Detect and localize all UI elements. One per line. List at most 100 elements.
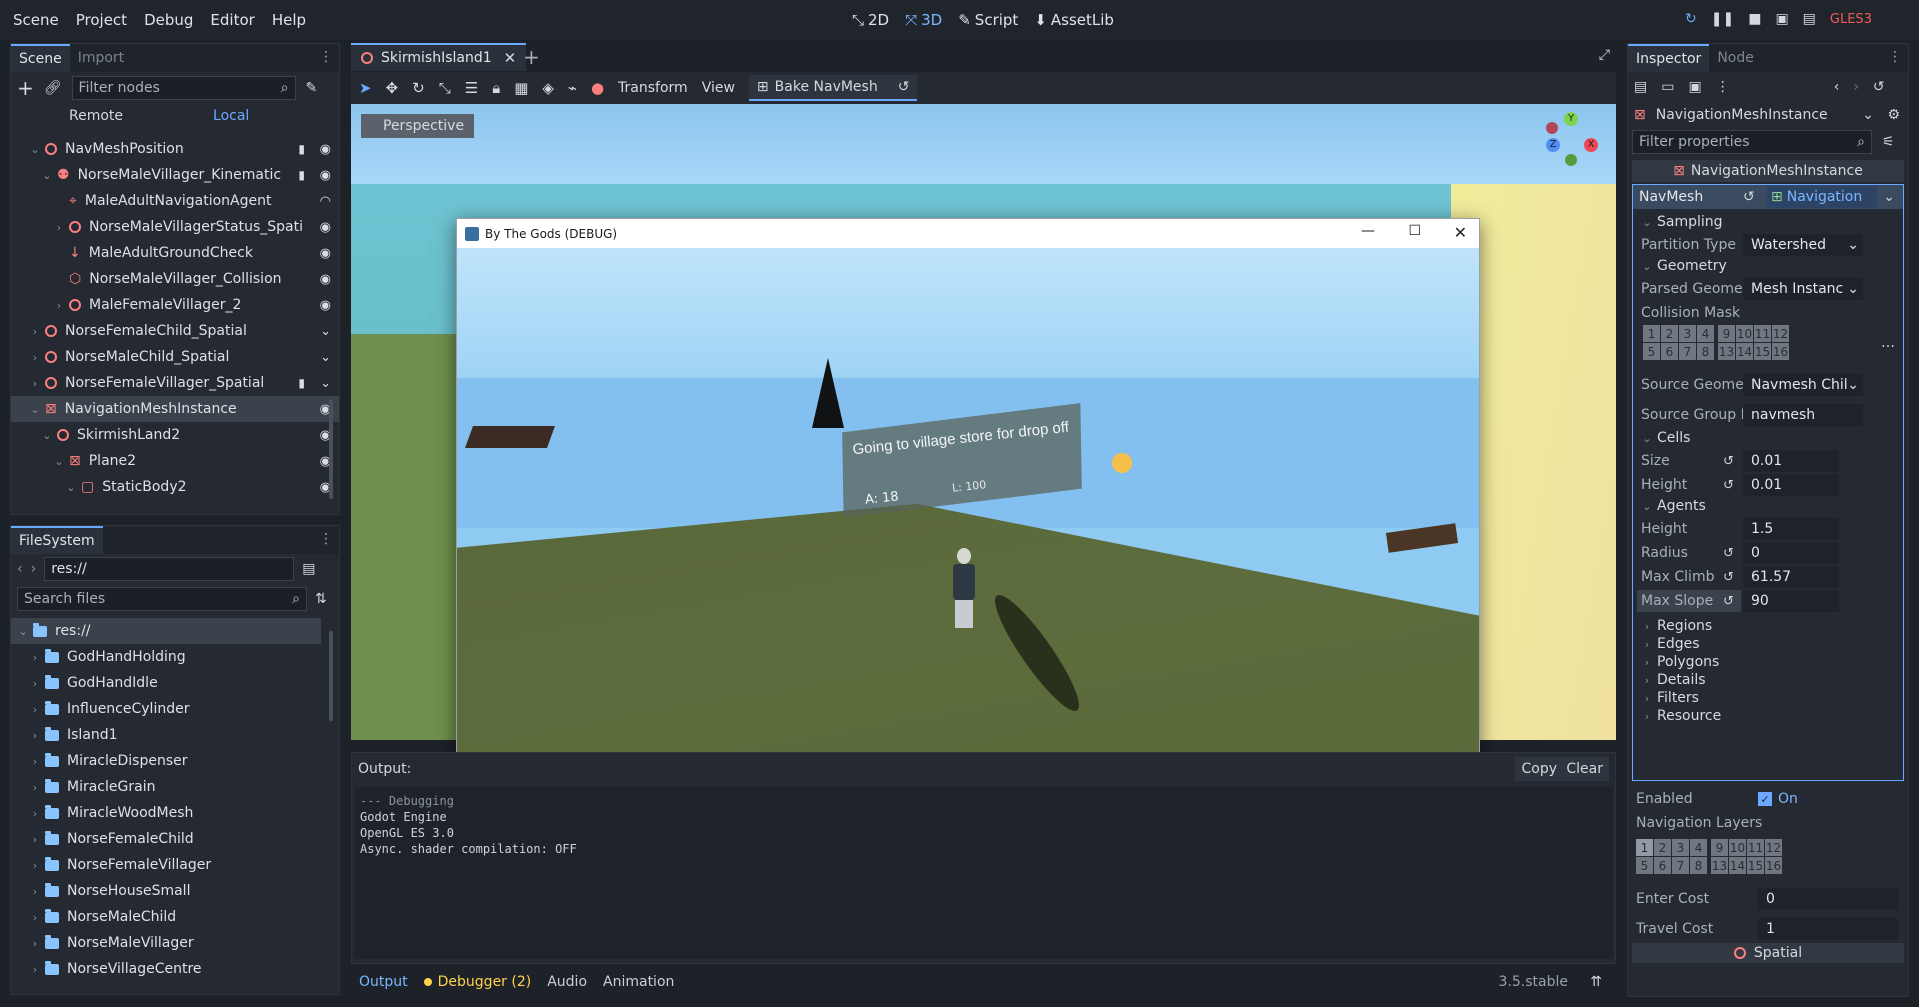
navigation-layers-grid[interactable]: 1 2 3 4 9 10 11 12 5 6 7 8 13 14 15 16 <box>1636 839 1826 875</box>
section-filters[interactable]: › Filters <box>1633 689 1903 707</box>
back-icon[interactable]: ‹ <box>17 561 23 577</box>
tab-inspector[interactable]: Inspector <box>1628 44 1710 72</box>
play-custom-icon[interactable]: ▤ <box>1803 11 1816 27</box>
maximize-icon[interactable]: ☐ <box>1408 223 1421 239</box>
property-options-icon[interactable]: ⚟ <box>1882 134 1895 150</box>
history-back-icon[interactable]: ‹ <box>1834 79 1840 95</box>
add-tab-icon[interactable]: + <box>523 45 540 69</box>
layer-bit[interactable]: 3 <box>1672 839 1689 856</box>
revert-icon[interactable]: ↺ <box>1723 594 1734 609</box>
tree-node-selected[interactable]: ⌄ ⊠ NavigationMeshInstance ◉ <box>11 396 339 422</box>
layer-bit[interactable]: 4 <box>1690 839 1707 856</box>
path-input[interactable]: res:// <box>44 557 295 581</box>
mask-bit[interactable]: 16 <box>1772 343 1789 360</box>
tab-animation[interactable]: Animation <box>603 974 674 990</box>
visibility-eye-icon[interactable]: ◉ <box>320 246 331 261</box>
mode-3d-button[interactable]: ⤧ 3D <box>905 11 942 29</box>
mask-bit[interactable]: 3 <box>1679 325 1696 342</box>
parsed-geometry-dropdown[interactable]: Mesh Instanc ⌄ <box>1743 278 1863 300</box>
partition-type-dropdown[interactable]: Watershed ⌄ <box>1743 234 1863 256</box>
layer-bit[interactable]: 8 <box>1690 857 1707 874</box>
folder-row[interactable]: › NorseHouseSmall <box>11 878 339 904</box>
minimize-icon[interactable]: — <box>1361 223 1375 239</box>
history-icon[interactable]: ↺ <box>1873 79 1885 95</box>
layer-bit[interactable]: 13 <box>1711 857 1728 874</box>
stop-icon[interactable]: ■ <box>1748 11 1761 27</box>
menu-scene[interactable]: Scene <box>13 11 59 29</box>
revert-icon[interactable]: ↺ <box>1743 189 1755 205</box>
tree-node[interactable]: › MaleFemaleVillager_2 ◉ <box>11 292 339 318</box>
clear-bake-icon[interactable]: ↺ <box>898 79 910 95</box>
filter-nodes-input[interactable]: Filter nodes ⌕ <box>71 76 296 100</box>
section-sampling[interactable]: ⌄ Sampling <box>1633 213 1903 231</box>
sort-icon[interactable]: ⇅ <box>315 591 327 607</box>
revert-icon[interactable]: ↺ <box>1723 570 1734 585</box>
script-icon[interactable]: ▮ <box>298 168 305 182</box>
section-details[interactable]: › Details <box>1633 671 1903 689</box>
layer-bit[interactable]: 1 <box>1636 839 1653 856</box>
tree-node[interactable]: › NorseMaleVillagerStatus_Spati ◉ <box>11 214 339 240</box>
mask-bit[interactable]: 1 <box>1643 325 1660 342</box>
layer-bit[interactable]: 12 <box>1765 839 1782 856</box>
folder-row[interactable]: › MiracleGrain <box>11 774 339 800</box>
perspective-button[interactable]: Perspective <box>361 114 475 138</box>
snap-icon[interactable]: ⌁ <box>568 79 577 97</box>
forward-icon[interactable]: › <box>31 561 37 577</box>
mask-bit[interactable]: 6 <box>1661 343 1678 360</box>
mask-bit[interactable]: 9 <box>1718 325 1735 342</box>
chevron-down-icon[interactable]: ⌄ <box>1862 107 1874 123</box>
menu-help[interactable]: Help <box>272 11 306 29</box>
layer-bit[interactable]: 2 <box>1654 839 1671 856</box>
revert-icon[interactable]: ↺ <box>1723 546 1734 561</box>
folder-row[interactable]: › MiracleWoodMesh <box>11 800 339 826</box>
folder-row[interactable]: › NorseFemaleChild <box>11 826 339 852</box>
tree-node[interactable]: › NorseFemaleChild_Spatial ⌄ <box>11 318 339 344</box>
save-icon[interactable]: ▣ <box>1688 79 1701 95</box>
view-menu[interactable]: View <box>702 80 735 96</box>
tab-filesystem[interactable]: FileSystem <box>11 526 103 554</box>
tab-scene[interactable]: Scene <box>11 44 70 72</box>
layer-bit[interactable]: 6 <box>1654 857 1671 874</box>
folder-row[interactable]: › MiracleDispenser <box>11 748 339 774</box>
visibility-eye-icon[interactable]: ◉ <box>320 168 331 183</box>
link-icon[interactable]: 🔗︎ <box>44 80 62 96</box>
more-icon[interactable]: ⋮ <box>1716 79 1730 95</box>
tree-node[interactable]: › NorseFemaleVillager_Spatial ▮ ⌄ <box>11 370 339 396</box>
scene-tree-scrollbar[interactable] <box>329 399 333 499</box>
cell-height-input[interactable]: 0.01 <box>1743 474 1839 496</box>
folder-row[interactable]: › NorseFemaleVillager <box>11 852 339 878</box>
navmesh-resource-picker[interactable]: ⊞ Navigation <box>1767 186 1877 208</box>
layer-bit[interactable]: 11 <box>1747 839 1764 856</box>
max-climb-input[interactable]: 61.57 <box>1743 566 1839 588</box>
mask-bit[interactable]: 14 <box>1736 343 1753 360</box>
cell-size-input[interactable]: 0.01 <box>1743 450 1839 472</box>
transform-menu[interactable]: Transform <box>618 80 688 96</box>
renderer-label[interactable]: GLES3 <box>1830 12 1872 27</box>
agent-height-input[interactable]: 1.5 <box>1743 518 1839 540</box>
collapse-icon[interactable]: ⌄ <box>320 376 331 391</box>
section-regions[interactable]: › Regions <box>1633 617 1903 635</box>
tab-import[interactable]: Import <box>70 44 132 72</box>
layer-bit[interactable]: 16 <box>1765 857 1782 874</box>
move-tool-icon[interactable]: ✥ <box>386 79 399 97</box>
gizmo-x[interactable]: X <box>1584 138 1598 152</box>
section-cells[interactable]: ⌄ Cells <box>1633 429 1903 447</box>
menu-editor[interactable]: Editor <box>210 11 254 29</box>
game-window-titlebar[interactable]: By The Gods (DEBUG) — ☐ ✕ <box>457 219 1479 248</box>
list-view-icon[interactable]: ▤ <box>302 561 315 577</box>
section-resource[interactable]: › Resource <box>1633 707 1903 725</box>
search-files-input[interactable]: Search files ⌕ <box>17 587 307 611</box>
camera-icon[interactable]: ● <box>591 79 604 97</box>
distraction-free-icon[interactable]: ⤢ <box>1599 47 1610 63</box>
section-edges[interactable]: › Edges <box>1633 635 1903 653</box>
collapse-icon[interactable]: ⌄ <box>320 350 331 365</box>
menu-debug[interactable]: Debug <box>144 11 193 29</box>
new-resource-icon[interactable]: ▤ <box>1634 79 1647 95</box>
section-geometry[interactable]: ⌄ Geometry <box>1633 257 1903 275</box>
visibility-eye-icon[interactable]: ◉ <box>320 220 331 235</box>
signal-icon[interactable]: ◠ <box>320 194 331 209</box>
open-folder-icon[interactable]: ▭ <box>1661 79 1674 95</box>
mask-bit[interactable]: 7 <box>1679 343 1696 360</box>
mask-bit[interactable]: 5 <box>1643 343 1660 360</box>
tree-node[interactable]: ⌄ ⚉ NorseMaleVillager_Kinematic ▮ ◉ <box>11 162 339 188</box>
